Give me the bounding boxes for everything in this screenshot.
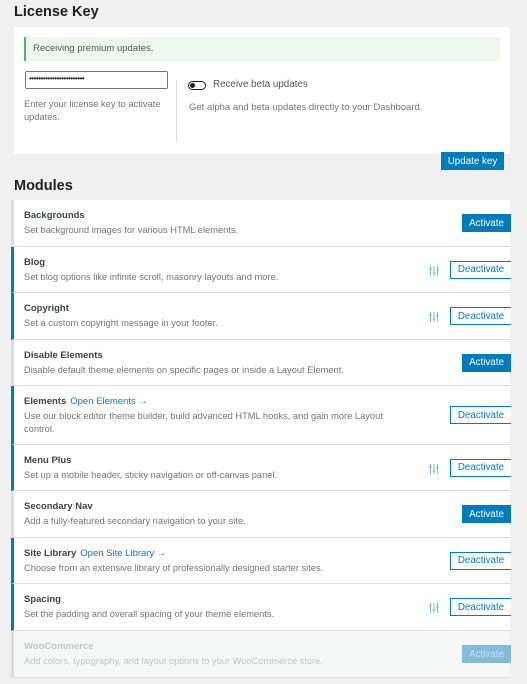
- module-row: Spacing Set the padding and overall spac…: [11, 584, 511, 631]
- module-actions: Activate: [462, 214, 511, 232]
- module-row: Copyright Set a custom copyright message…: [11, 293, 511, 340]
- module-description: Set a custom copyright message in your f…: [24, 318, 218, 328]
- beta-updates-toggle[interactable]: [188, 81, 206, 90]
- module-title: Secondary Nav: [24, 501, 510, 512]
- deactivate-button[interactable]: Deactivate: [450, 458, 511, 477]
- module-description: Choose from an extensive library of prof…: [24, 563, 324, 573]
- premium-notice: Receiving premium updates.: [24, 37, 500, 61]
- deactivate-button[interactable]: Deactivate: [450, 406, 511, 424]
- module-title: Site Library Open Site Library →: [24, 548, 510, 559]
- update-key-button[interactable]: Update key: [441, 152, 504, 170]
- module-actions: Deactivate: [428, 307, 511, 325]
- module-name: Site Library: [24, 548, 77, 559]
- license-key-help: Enter your license key to activate updat…: [24, 99, 161, 122]
- module-actions: Activate: [462, 645, 511, 663]
- module-title: Backgrounds: [24, 210, 510, 221]
- module-row: WooCommerce Add colors, typography, and …: [11, 631, 511, 678]
- module-row: Secondary Nav Add a fully-featured secon…: [11, 491, 511, 538]
- activate-button[interactable]: Activate: [462, 214, 511, 232]
- module-name: Copyright: [24, 303, 69, 314]
- module-row: Backgrounds Set background images for va…: [11, 200, 511, 247]
- license-card: Receiving premium updates. •••••••••••••…: [14, 27, 510, 170]
- module-description: Set blog options like infinite scroll, m…: [24, 272, 279, 282]
- module-actions: Deactivate: [450, 406, 511, 424]
- module-title: Elements Open Elements →: [24, 396, 510, 407]
- deactivate-button[interactable]: Deactivate: [450, 598, 511, 616]
- activate-button[interactable]: Activate: [462, 353, 511, 372]
- activate-button[interactable]: Activate: [462, 505, 511, 523]
- module-row: Disable Elements Disable default theme e…: [11, 340, 511, 386]
- settings-sliders-icon[interactable]: [428, 264, 440, 276]
- license-key-heading: License Key: [14, 4, 99, 20]
- module-row: Blog Set blog options like infinite scro…: [11, 247, 511, 293]
- module-title: Disable Elements: [24, 350, 510, 361]
- module-actions: Deactivate: [428, 458, 511, 477]
- module-description: Set up a mobile header, sticky navigatio…: [24, 470, 278, 480]
- module-description: Set the padding and overall spacing of y…: [24, 609, 275, 619]
- module-description: Use our block editor theme builder, buil…: [24, 411, 383, 434]
- module-name: Backgrounds: [24, 210, 85, 221]
- module-actions: Deactivate: [450, 551, 511, 570]
- module-open-link[interactable]: Open Elements →: [70, 396, 148, 407]
- module-name: Blog: [24, 257, 46, 268]
- settings-sliders-icon[interactable]: [428, 601, 440, 613]
- module-title: WooCommerce: [24, 641, 510, 652]
- deactivate-button[interactable]: Deactivate: [450, 260, 511, 279]
- module-row: Menu Plus Set up a mobile header, sticky…: [11, 445, 511, 491]
- module-open-link[interactable]: Open Site Library →: [80, 548, 166, 559]
- beta-updates-help: Get alpha and beta updates directly to y…: [189, 102, 423, 113]
- module-name: Disable Elements: [24, 350, 103, 361]
- activate-button[interactable]: Activate: [462, 645, 511, 663]
- module-actions: Activate: [462, 505, 511, 523]
- divider: [176, 80, 177, 142]
- modules-list: Backgrounds Set background images for va…: [11, 200, 511, 678]
- module-actions: Deactivate: [428, 598, 511, 616]
- deactivate-button[interactable]: Deactivate: [450, 551, 511, 570]
- module-name: Secondary Nav: [24, 501, 93, 512]
- module-row: Elements Open Elements → Use our block ed…: [11, 386, 511, 445]
- modules-heading: Modules: [14, 178, 73, 194]
- module-name: Elements: [24, 396, 67, 407]
- settings-sliders-icon[interactable]: [428, 310, 440, 322]
- module-name: Spacing: [24, 594, 61, 605]
- module-description: Set background images for various HTML e…: [24, 225, 239, 235]
- module-actions: Deactivate: [428, 260, 511, 279]
- module-description: Add a fully-featured secondary navigatio…: [24, 516, 246, 526]
- module-name: WooCommerce: [24, 641, 94, 652]
- settings-sliders-icon[interactable]: [428, 462, 440, 474]
- module-description: Disable default theme elements on specif…: [24, 365, 344, 375]
- license-key-input[interactable]: ••••••••••••••••••••••••: [25, 71, 168, 89]
- module-row: Site Library Open Site Library → Choose f…: [11, 538, 511, 584]
- module-description: Add colors, typography, and layout optio…: [24, 656, 323, 666]
- beta-updates-label: Receive beta updates: [213, 79, 308, 90]
- module-actions: Activate: [462, 353, 511, 372]
- deactivate-button[interactable]: Deactivate: [450, 307, 511, 325]
- module-name: Menu Plus: [24, 455, 72, 466]
